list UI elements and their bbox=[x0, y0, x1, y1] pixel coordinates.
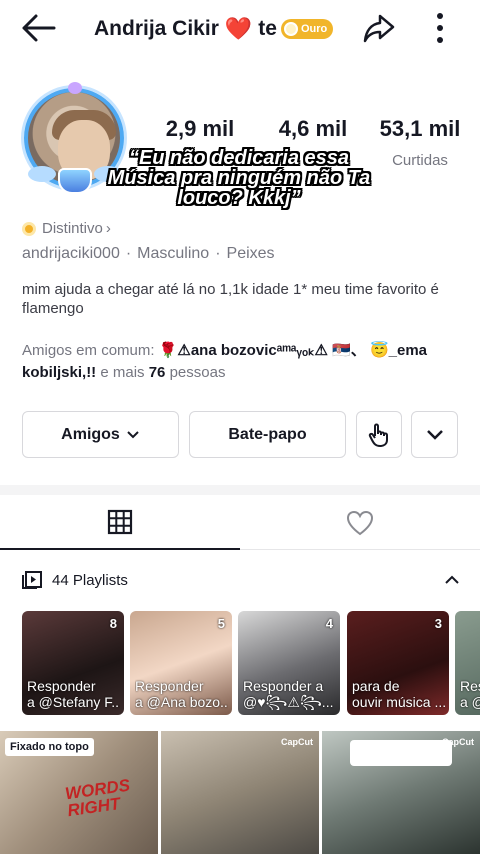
chevron-down-icon bbox=[127, 430, 139, 438]
playlist-count: 4 bbox=[325, 616, 333, 631]
video-thumbnail[interactable]: CapCut bbox=[161, 731, 319, 854]
pinned-badge: Fixado no topo bbox=[5, 738, 94, 756]
overlay-caption: “Eu não dedicaria essa Música pra ningué… bbox=[107, 147, 371, 209]
playlist-card[interactable]: Resa @ bbox=[455, 611, 480, 715]
gift-button[interactable] bbox=[356, 411, 402, 458]
chat-button[interactable]: Bate-papo bbox=[189, 411, 346, 458]
playlist-caption: Responder a @Ana bozo... bbox=[135, 678, 228, 710]
hand-pointer-icon bbox=[368, 423, 388, 447]
playlist-caption: Responder a @Stefany F... bbox=[27, 678, 120, 710]
playlist-caption: Responder a @♥꧂⚠꧂... bbox=[243, 678, 334, 710]
tab-videos[interactable] bbox=[0, 495, 240, 550]
chevron-right-icon: › bbox=[105, 220, 111, 237]
capcut-watermark: CapCut bbox=[281, 737, 313, 747]
video-thumbnail[interactable]: Fixado no topo WORDS RIGHT bbox=[0, 731, 158, 854]
badge-coin-icon bbox=[22, 221, 36, 236]
playlist-caption: Resa @ bbox=[460, 678, 480, 710]
bio-text: mim ajuda a chegar até lá no 1,1k idade … bbox=[22, 281, 439, 317]
playlist-count: 8 bbox=[109, 616, 117, 631]
playlist-card[interactable]: 8 Responder a @Stefany F... bbox=[22, 611, 124, 715]
stat-value: 4,6 mil bbox=[278, 116, 348, 141]
stat-following[interactable]: 2,9 mil bbox=[150, 116, 250, 142]
content-tabs bbox=[0, 495, 480, 550]
profile-name: Andrija Cikir bbox=[94, 17, 219, 40]
chevron-up-icon[interactable] bbox=[444, 575, 460, 585]
zodiac-sign: Peixes bbox=[226, 245, 275, 262]
video-grid: Fixado no topo WORDS RIGHT CapCut CapCut bbox=[0, 731, 480, 854]
grid-icon bbox=[107, 509, 133, 534]
level-badge: Ouro bbox=[280, 19, 334, 39]
share-icon[interactable] bbox=[362, 12, 396, 49]
playlist-caption: para de ouvir música ... bbox=[352, 678, 445, 710]
friends-button[interactable]: Amigos bbox=[22, 411, 179, 458]
playlist-card[interactable]: 5 Responder a @Ana bozo... bbox=[130, 611, 232, 715]
stat-label: Curtidas bbox=[392, 152, 448, 169]
back-arrow-icon[interactable] bbox=[20, 12, 60, 44]
chevron-down-icon bbox=[426, 429, 443, 440]
username: andrijaciki000 bbox=[22, 245, 120, 262]
stat-value: 2,9 mil bbox=[165, 116, 235, 141]
stat-likes[interactable]: 53,1 mil Curtidas bbox=[360, 116, 480, 169]
playlists-count: 44 Playlists bbox=[52, 571, 128, 589]
distintivo-link[interactable]: Distintivo › bbox=[22, 220, 111, 237]
profile-meta: andrijaciki000 · Masculino · Peixes bbox=[22, 245, 275, 262]
video-thumbnail[interactable]: CapCut bbox=[322, 731, 480, 854]
wing-left-icon bbox=[28, 166, 56, 182]
stat-value: 53,1 mil bbox=[379, 116, 461, 141]
tab-liked[interactable] bbox=[240, 495, 480, 550]
playlists-row: 8 Responder a @Stefany F... 5 Responder a … bbox=[22, 611, 480, 715]
top-bar: Andrija Cikir ❤️ te Ouro bbox=[0, 0, 480, 60]
heart-outline-icon bbox=[346, 510, 374, 535]
expand-button[interactable] bbox=[411, 411, 458, 458]
stat-followers[interactable]: 4,6 mil bbox=[258, 116, 368, 142]
distintivo-label: Distintivo bbox=[42, 220, 103, 237]
more-options-icon[interactable] bbox=[434, 12, 446, 49]
playlist-card[interactable]: 3 para de ouvir música ... bbox=[347, 611, 449, 715]
profile-title: Andrija Cikir ❤️ te Ouro bbox=[94, 16, 334, 42]
thumbnail-overlay-text: WORDS RIGHT bbox=[63, 775, 132, 821]
playlist-card[interactable]: 4 Responder a @♥꧂⚠꧂... bbox=[238, 611, 340, 715]
playlist-count: 5 bbox=[217, 616, 225, 631]
mutual-friends[interactable]: Amigos em comum: 🌹⚠ana bozovicᵃᵐᵃᵧₒₖ⚠ 🇷🇸… bbox=[22, 340, 462, 384]
gem-icon bbox=[68, 82, 82, 94]
reply-comment-card bbox=[350, 740, 452, 766]
mutual-friend-count: 76 bbox=[148, 364, 166, 381]
section-divider bbox=[0, 485, 480, 495]
playlist-count: 3 bbox=[434, 616, 442, 631]
coin-icon bbox=[283, 22, 298, 36]
playlist-icon bbox=[22, 571, 42, 589]
crown-badge-icon bbox=[58, 168, 92, 194]
playlists-header[interactable]: 44 Playlists bbox=[22, 566, 460, 594]
capcut-watermark: CapCut bbox=[442, 737, 474, 747]
profile-name-suffix: te bbox=[258, 17, 277, 40]
gender: Masculino bbox=[137, 245, 210, 262]
heart-emoji: ❤️ bbox=[224, 16, 253, 41]
mutual-friend-1: 🌹⚠ana bozovicᵃᵐᵃᵧₒₖ⚠ 🇷🇸、 bbox=[158, 342, 366, 359]
